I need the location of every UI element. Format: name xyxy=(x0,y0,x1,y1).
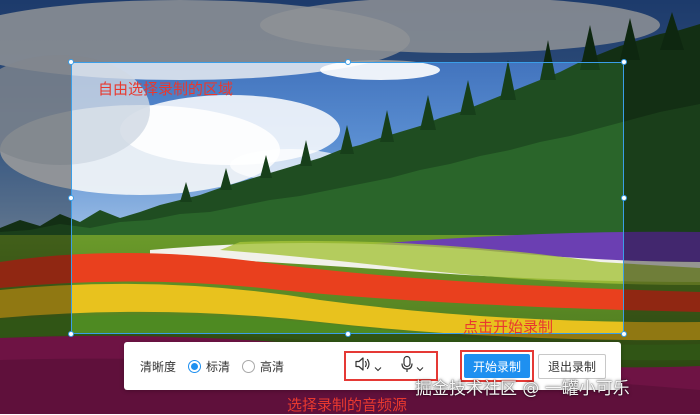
resize-handle-bottom-left[interactable] xyxy=(68,331,74,337)
dim-overlay-right xyxy=(624,62,700,334)
chevron-down-icon xyxy=(416,357,424,376)
resize-handle-top-left[interactable] xyxy=(68,59,74,65)
clarity-option-standard[interactable]: 标清 xyxy=(188,358,230,375)
clarity-option-standard-label: 标清 xyxy=(206,359,231,374)
recording-selection-region[interactable] xyxy=(68,59,627,337)
resize-handle-left[interactable] xyxy=(68,195,74,201)
annotation-select-region: 自由选择录制的区域 xyxy=(98,80,234,98)
speaker-icon xyxy=(354,356,372,376)
dim-overlay-top xyxy=(0,0,700,62)
annotation-audio-source: 选择录制的音频源 xyxy=(287,396,408,414)
clarity-option-high[interactable]: 高清 xyxy=(242,358,284,375)
annotation-click-start: 点击开始录制 xyxy=(463,318,554,336)
chevron-down-icon xyxy=(374,357,382,376)
dim-overlay-left xyxy=(0,62,71,334)
resize-handle-right[interactable] xyxy=(621,195,627,201)
speaker-dropdown[interactable] xyxy=(354,356,382,376)
clarity-label: 清晰度 xyxy=(140,359,177,374)
radio-standard[interactable] xyxy=(188,359,202,373)
resize-handle-top-right[interactable] xyxy=(621,59,627,65)
resize-handle-bottom[interactable] xyxy=(344,331,351,337)
clarity-option-high-label: 高清 xyxy=(260,359,285,374)
resize-handle-top[interactable] xyxy=(344,59,351,65)
radio-high[interactable] xyxy=(242,359,256,373)
resize-handle-bottom-right[interactable] xyxy=(621,331,627,337)
microphone-icon xyxy=(400,355,414,377)
watermark: 掘金技术社区 @ 一罐小可乐 xyxy=(415,379,630,399)
